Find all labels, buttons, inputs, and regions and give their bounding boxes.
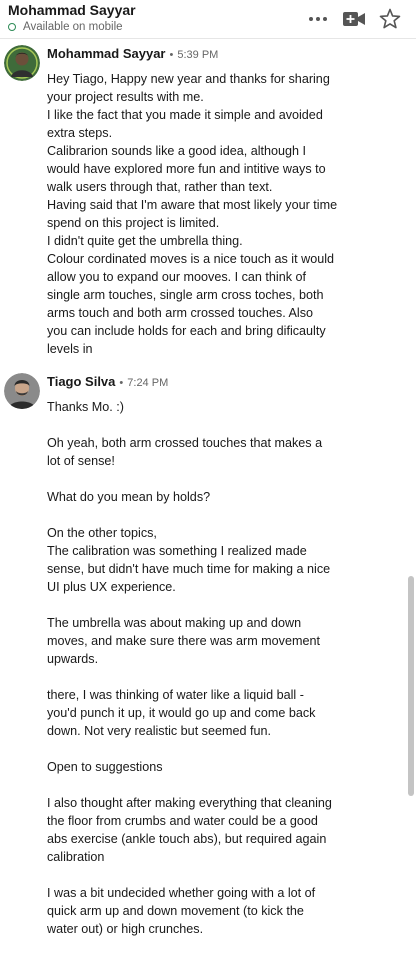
avatar-tiago-image xyxy=(4,373,40,409)
message-line: Thanks Mo. :) xyxy=(47,400,124,414)
avatar[interactable] xyxy=(4,373,40,409)
message-line: I was a bit undecided whether going with… xyxy=(47,886,316,900)
message-line: allow you to expand our mooves. I can th… xyxy=(47,270,307,284)
message-timestamp: 7:24 PM xyxy=(127,377,169,389)
separator-dot: • xyxy=(119,377,124,389)
video-call-icon[interactable] xyxy=(341,7,367,31)
scrollbar-thumb[interactable] xyxy=(408,576,414,796)
message-line: I also thought after making everything t… xyxy=(47,796,332,810)
message-list: Mohammad Sayyar • 5:39 PM Hey Tiago, Happy… xyxy=(0,39,416,954)
message-line: UI plus UX experience. xyxy=(47,580,176,594)
avatar-mohammad-image xyxy=(4,45,40,81)
message-line: Calibrarion sounds like a good idea, alt… xyxy=(47,144,307,158)
message-line: The calibration was something I realized… xyxy=(47,544,307,558)
message-line: you'd punch it up, it would go up and co… xyxy=(47,706,316,720)
separator-dot: • xyxy=(169,49,174,61)
message-line: I didn't quite get the umbrella thing. xyxy=(47,234,243,248)
message-line: On the other topics, xyxy=(47,526,157,540)
presence-dot-icon xyxy=(8,23,16,31)
message-timestamp: 5:39 PM xyxy=(177,49,219,61)
message-line: arms touch and both arm crossed touches.… xyxy=(47,306,314,320)
message-line: there, I was thinking of water like a li… xyxy=(47,688,304,702)
message-line: I like the fact that you made it simple … xyxy=(47,108,323,122)
message-body: Thanks Mo. :) Oh yeah, both arm crossed … xyxy=(47,398,367,938)
message-line: quick arm up and down movement (to kick … xyxy=(47,904,304,918)
message-line: you can include holds for each and bring… xyxy=(47,324,326,338)
message-line: calibration xyxy=(47,850,105,864)
message-line: Colour cordinated moves is a nice touch … xyxy=(47,252,335,266)
scrollbar[interactable] xyxy=(406,39,416,954)
message-header: Mohammad Sayyar • 5:39 PM xyxy=(47,46,218,61)
sender-name[interactable]: Mohammad Sayyar xyxy=(47,46,166,61)
message-line: the floor from crumbs and water could be… xyxy=(47,814,318,828)
message-line: extra steps. xyxy=(47,126,113,140)
message-line: Oh yeah, both arm crossed touches that m… xyxy=(47,436,323,450)
message-line: levels in xyxy=(47,342,93,356)
conversation-header: Mohammad Sayyar Available on mobile xyxy=(0,0,416,39)
message-line: What do you mean by holds? xyxy=(47,490,211,504)
message-line: water out) or high crunches. xyxy=(47,922,204,936)
contact-name[interactable]: Mohammad Sayyar xyxy=(8,2,136,18)
message-line: single arm touches, single arm cross toc… xyxy=(47,288,324,302)
message-line: walk users through that, rather than tex… xyxy=(47,180,273,194)
message-line: your project results with me. xyxy=(47,90,204,104)
more-options-icon[interactable] xyxy=(306,7,330,31)
message-line: moves, and make sure there was arm movem… xyxy=(47,634,320,648)
message-body: Hey Tiago, Happy new year and thanks for… xyxy=(47,70,367,358)
avatar[interactable] xyxy=(4,45,40,81)
message-header: Tiago Silva • 7:24 PM xyxy=(47,374,168,389)
message-line: upwards. xyxy=(47,652,99,666)
sender-name[interactable]: Tiago Silva xyxy=(47,374,115,389)
presence-label: Available on mobile xyxy=(23,21,123,33)
star-icon[interactable] xyxy=(378,7,402,31)
message-line: Hey Tiago, Happy new year and thanks for… xyxy=(47,72,330,86)
message-line: lot of sense! xyxy=(47,454,115,468)
message-line: down. Not very realistic but seemed fun. xyxy=(47,724,271,738)
message-line: spend on this project is limited. xyxy=(47,216,220,230)
message-line: would have explored more fun and intitiv… xyxy=(47,162,326,176)
message-line: Having said that I'm aware that most lik… xyxy=(47,198,338,212)
message-line: The umbrella was about making up and dow… xyxy=(47,616,302,630)
presence-status: Available on mobile xyxy=(8,21,123,33)
message-line: Open to suggestions xyxy=(47,760,163,774)
message-line: abs exercise (ankle touch abs), but requ… xyxy=(47,832,327,846)
message-line: sense, but didn't have much time for mak… xyxy=(47,562,331,576)
